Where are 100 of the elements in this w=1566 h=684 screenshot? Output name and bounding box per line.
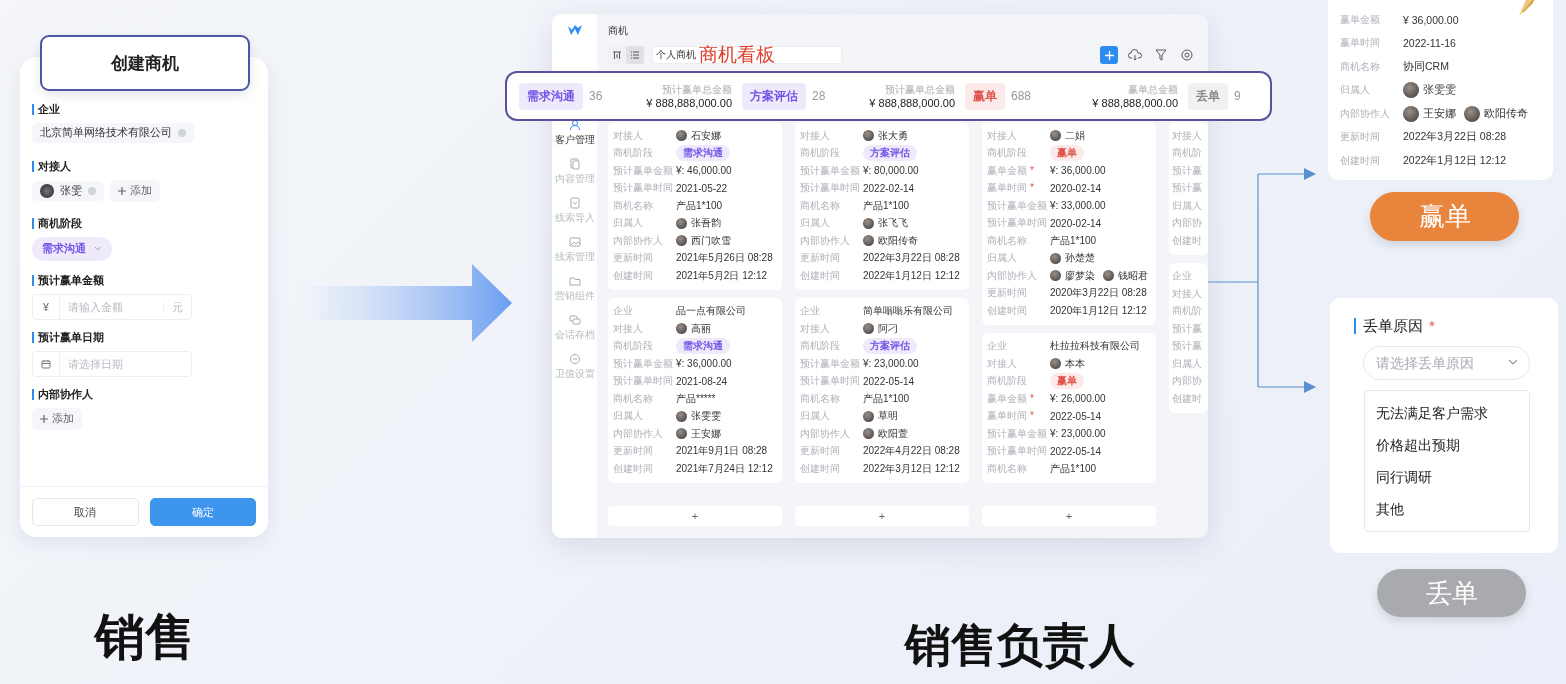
deal-card[interactable]: 企业 品一点有限公司 对接人 高丽 商机阶段 需求沟通 预计赢单金额 ¥: 36,000.00 预计赢单时间 2021-08-24 商机名称 产品***** 归属人 张雯雯 内部协作人 王安娜 更新时间 2021年9月1日 08:28 创建时间 2021年7月24日 12:12 [608, 297, 782, 483]
person-name: 廖梦染 [1065, 268, 1095, 283]
field-label: 内部协作人 [800, 426, 851, 441]
menu-option[interactable]: 价格超出预期 [1365, 429, 1529, 461]
field-label: 预计赢单金额 [800, 356, 861, 371]
cloud-download-icon [1128, 49, 1142, 61]
menu-option[interactable]: 无法满足客户需求 [1365, 397, 1529, 429]
avatar-icon [863, 410, 874, 422]
confirm-button[interactable]: 确定 [149, 498, 256, 526]
add-button[interactable]: 添加 [110, 180, 160, 202]
stage-tag: 赢单 [965, 82, 1005, 110]
date-field[interactable]: 请选择日期 [32, 351, 192, 377]
field-label: 商机阶段 [800, 146, 841, 161]
field-label: 对接人 [987, 128, 1018, 143]
add-button[interactable] [1100, 46, 1118, 64]
field-value: 2022年1月12日 12:12 [1403, 153, 1507, 168]
field-value: ¥: 46,000.00 [676, 165, 732, 177]
field-value: 品一点有限公司 [676, 304, 746, 319]
avatar-icon [1050, 130, 1061, 142]
field-label: 内部协 [1172, 216, 1202, 231]
person-name: 西门吹雪 [691, 233, 731, 248]
field-label: 商机名称 [800, 198, 841, 213]
total-label: 预计赢单总金额 [662, 83, 732, 97]
field-label: 商机名称 [613, 198, 654, 213]
deal-card[interactable]: 对接人 石安娜 商机阶段 需求沟通 预计赢单金额 ¥: 46,000.00 预计赢单时间 2021-05-22 商机名称 产品1*100 归属人 张吾韵 内部协作人 西门吹雪 更新时间 2021年5月26日 08:28 创建时间 2021年5月2日 12:12 [608, 122, 782, 290]
field-label: 创建时间 [613, 461, 654, 476]
field-value: 2022-02-14 [863, 182, 915, 194]
total-amount: ¥ 888,888,000.00 [1092, 97, 1178, 109]
field-label: 丢单原因 * [1354, 318, 1530, 334]
person-name: 草明 [878, 409, 898, 424]
field-label: 更新时间 [987, 286, 1028, 301]
field-label: 赢单时间 * [987, 181, 1035, 196]
field-label: 企业 [987, 339, 1008, 354]
field-value: 简单嗡嗡乐有限公司 [863, 304, 953, 319]
person-name: 二娟 [1065, 128, 1085, 143]
required-mark: * [1030, 164, 1034, 176]
field-label: 内部协作人 [800, 233, 851, 248]
avatar-icon [1464, 105, 1480, 122]
view-toggle-button[interactable] [626, 46, 644, 64]
deal-card[interactable]: 企业 简单嗡嗡乐有限公司 对接人 阿刁 商机阶段 方案评估 预计赢单金额 ¥: 23,000.00 预计赢单时间 2022-05-14 商机名称 产品1*100 归属人 草明 内部协作人 欧阳萱 更新时间 2022年4月22日 08:28 创建时间 2022年3月12日 12:12 [795, 297, 969, 483]
total-label: 赢单总金额 [1128, 83, 1178, 97]
settings-button[interactable] [1178, 46, 1196, 64]
stage-select[interactable]: 需求沟通 [32, 237, 112, 261]
field-value: 2021年5月2日 12:12 [676, 268, 768, 283]
add-card-button[interactable]: + [795, 506, 969, 526]
field-value: 产品1*100 [1050, 233, 1097, 248]
person-name: 王安娜 [1423, 106, 1456, 121]
add-button[interactable]: 添加 [32, 408, 82, 430]
field-label: 对接人 [613, 321, 644, 336]
required-mark: * [1030, 182, 1034, 194]
field-label: 创建时间 [800, 268, 841, 283]
field-value: 2022年3月22日 08:28 [1403, 130, 1507, 145]
avatar-icon [1103, 270, 1114, 282]
avatar-icon [1403, 82, 1419, 99]
avatar-icon [676, 428, 687, 440]
amount-field[interactable]: ¥ 请输入金额 元 [32, 294, 192, 320]
deal-card[interactable]: 对接人 张大勇 商机阶段 方案评估 预计赢单金额 ¥: 80,000.00 预计赢单时间 2022-02-14 商机名称 产品1*100 归属人 张飞飞 内部协作人 欧阳传奇 更新时间 2022年3月22日 08:28 创建时间 2022年1月12日 12:12 [795, 122, 969, 290]
field-label: 商机阶段 [987, 146, 1028, 161]
logo-icon [567, 24, 582, 36]
deal-count: 28 [812, 89, 826, 103]
add-card-button[interactable]: + [982, 506, 1156, 526]
field-label: 商机名称 [987, 233, 1028, 248]
field-label: 商机名称 [987, 461, 1028, 476]
stage-tag: 赢单 [1050, 145, 1084, 162]
total-label: 预计赢单总金额 [885, 83, 955, 97]
sidebar-item[interactable]: 客户管理 [554, 119, 595, 158]
field-value: 2021年7月24日 12:12 [676, 461, 773, 476]
avatar-icon [863, 130, 874, 142]
field-label: 预计赢单金额 [987, 198, 1048, 213]
field-label: 商机阶段 [613, 339, 654, 354]
date-input[interactable]: 请选择日期 [60, 358, 191, 370]
annotation-label: 商机看板 [699, 44, 775, 66]
section-caption: 销售 [95, 612, 195, 662]
list-view-icon [630, 50, 640, 60]
reason-select[interactable]: 请选择丢单原因 [1363, 346, 1530, 380]
plus-icon [40, 415, 48, 423]
document-icon [568, 197, 581, 209]
field-value: ¥: 26,000.00 [1050, 393, 1106, 405]
field-label: 更新时间 [1340, 130, 1381, 145]
amount-input[interactable]: 请输入金额 [60, 301, 163, 313]
field-label: 商机阶 [1172, 304, 1202, 319]
folder-icon [568, 275, 581, 287]
menu-option[interactable]: 同行调研 [1365, 461, 1529, 493]
avatar-icon [676, 410, 687, 422]
avatar-icon [1050, 252, 1061, 264]
stage-tag: 方案评估 [742, 82, 806, 110]
deal-card[interactable]: 对接人 二娟 商机阶段 赢单 赢单金额 * ¥: 36,000.00 赢单时间 * 2020-02-14 预计赢单金额 ¥: 33,000.00 预计赢单时间 2020-02-14 商机名称 产品1*100 归属人 孙楚楚 内部协作人 廖梦染 钱昭君 更新时间 2020年3月22日 08:28 创建时间 2020年1月12日 12:12 [982, 122, 1156, 325]
cancel-button[interactable]: 取消 [32, 498, 139, 526]
field-value: 2021-08-24 [676, 375, 728, 387]
unit-suffix: 元 [163, 302, 191, 312]
avatar-icon [676, 323, 687, 335]
filter-button[interactable] [1152, 46, 1170, 64]
chat-icon [568, 314, 581, 326]
field-label: 企业 [1172, 269, 1192, 284]
deal-card[interactable]: 企业 杜拉拉科技有限公司 对接人 本本 商机阶段 赢单 赢单金额 * ¥: 26,000.00 赢单时间 * 2022-05-14 预计赢单金额 ¥: 23,000.00 预计赢单时间 2022-05-14 商机名称 产品1*100 [982, 332, 1156, 483]
menu-option[interactable]: 其他 [1365, 493, 1529, 525]
view-name-input[interactable]: 个人商机 [653, 47, 699, 63]
required-mark: * [1030, 410, 1034, 422]
field-label: 预计赢单时间 [613, 374, 674, 389]
add-card-button[interactable]: + [608, 506, 782, 526]
